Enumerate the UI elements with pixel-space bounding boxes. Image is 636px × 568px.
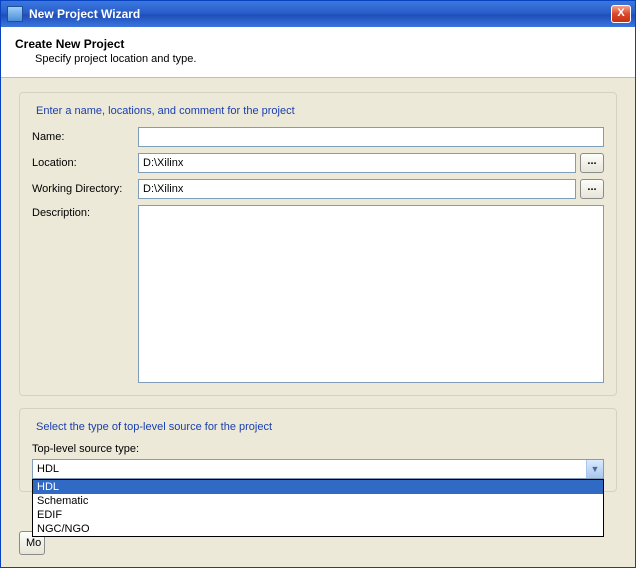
description-textarea[interactable] [138, 205, 604, 383]
workdir-browse-button[interactable]: ... [580, 179, 604, 199]
option-schematic[interactable]: Schematic [33, 494, 603, 508]
source-type-dropdown: HDL Schematic EDIF NGC/NGO [32, 479, 604, 537]
project-details-group: Enter a name, locations, and comment for… [19, 92, 617, 396]
chevron-down-icon: ▼ [586, 460, 603, 478]
workdir-input[interactable] [138, 179, 576, 199]
app-icon [7, 6, 23, 22]
location-browse-button[interactable]: ... [580, 153, 604, 173]
description-label: Description: [32, 205, 138, 219]
group-heading-type: Select the type of top-level source for … [32, 421, 276, 433]
wizard-window: New Project Wizard X Create New Project … [0, 0, 636, 568]
location-row: Location: ... [32, 153, 604, 173]
name-label: Name: [32, 131, 138, 143]
description-row: Description: [32, 205, 604, 383]
name-input[interactable] [138, 127, 604, 147]
titlebar: New Project Wizard X [1, 1, 635, 27]
option-ngcngo[interactable]: NGC/NGO [33, 522, 603, 536]
workdir-label: Working Directory: [32, 183, 138, 195]
page-subtitle: Specify project location and type. [15, 53, 621, 65]
window-title: New Project Wizard [29, 7, 611, 21]
source-type-label: Top-level source type: [32, 443, 604, 455]
group-heading-details: Enter a name, locations, and comment for… [32, 105, 299, 117]
content-area: Enter a name, locations, and comment for… [1, 78, 635, 531]
header-panel: Create New Project Specify project locat… [1, 27, 635, 78]
option-hdl[interactable]: HDL [33, 480, 603, 494]
location-label: Location: [32, 157, 138, 169]
location-input[interactable] [138, 153, 576, 173]
close-button[interactable]: X [611, 5, 631, 23]
source-type-select[interactable]: HDL ▼ [32, 459, 604, 479]
page-title: Create New Project [15, 37, 621, 51]
source-type-selected: HDL [37, 463, 59, 475]
source-type-select-wrap: HDL ▼ HDL Schematic EDIF NGC/NGO [32, 459, 604, 479]
workdir-row: Working Directory: ... [32, 179, 604, 199]
option-edif[interactable]: EDIF [33, 508, 603, 522]
source-type-group: Select the type of top-level source for … [19, 408, 617, 492]
name-row: Name: [32, 127, 604, 147]
